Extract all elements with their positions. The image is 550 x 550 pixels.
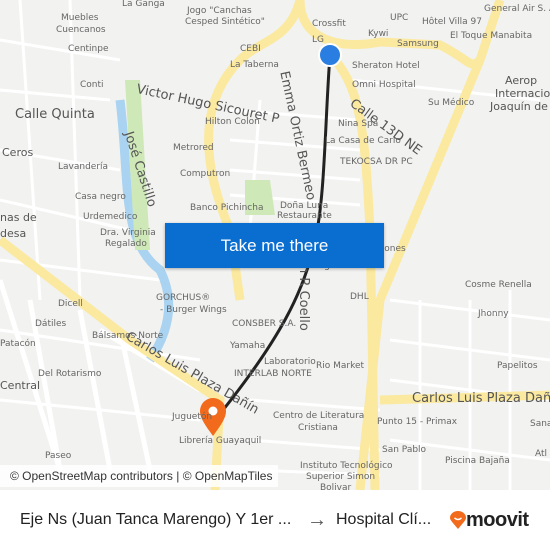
street-label: Carlos Luis Plaza Dañín bbox=[412, 391, 550, 406]
map-poi-label[interactable]: Computron bbox=[180, 170, 230, 179]
map-poi-label[interactable]: Cuencanos bbox=[56, 26, 106, 35]
map-poi-label[interactable]: Sana bbox=[530, 420, 550, 429]
map-poi-label[interactable]: - Burger Wings bbox=[160, 306, 227, 315]
map-poi-label[interactable]: San Pablo bbox=[382, 446, 426, 455]
map-poi-label[interactable]: Patacón bbox=[0, 340, 36, 349]
map-poi-label[interactable]: Urdemedico bbox=[83, 213, 137, 222]
map-poi-label[interactable]: Lavandería bbox=[58, 163, 108, 172]
take-me-there-button[interactable]: Take me there bbox=[165, 223, 384, 268]
map-poi-label[interactable]: Piscina Bajaña bbox=[445, 457, 510, 466]
map-poi-label[interactable]: Ceros bbox=[2, 147, 33, 158]
map-poi-label[interactable]: Cesped Sintético" bbox=[185, 18, 265, 27]
map-poi-label[interactable]: Casa negro bbox=[75, 193, 126, 202]
map-poi-label[interactable]: Muebles bbox=[61, 14, 98, 23]
brand-name: moovit bbox=[466, 508, 529, 531]
map-poi-label[interactable]: Instituto Tecnológico bbox=[300, 462, 393, 471]
map-poi-label[interactable]: Hôtel Villa 97 bbox=[422, 18, 482, 27]
map-poi-label[interactable]: Metrored bbox=[173, 144, 214, 153]
map-poi-label[interactable]: DHL bbox=[350, 293, 369, 302]
map-poi-label[interactable]: Laboratorio bbox=[264, 358, 316, 367]
map-poi-label[interactable]: Conti bbox=[80, 81, 104, 90]
map-poi-label[interactable]: Crossfit bbox=[312, 20, 346, 29]
map-poi-label[interactable]: Central bbox=[0, 380, 40, 391]
map-poi-label[interactable]: desa bbox=[0, 228, 26, 239]
street-label: Calle Quinta bbox=[15, 107, 95, 122]
map-poi-label[interactable]: Cosme Renella bbox=[465, 281, 532, 290]
arrow-right-icon: → bbox=[307, 508, 327, 531]
map-poi-label[interactable]: Librería Guayaquil bbox=[179, 437, 261, 446]
map-poi-label[interactable]: Yamaha bbox=[230, 342, 265, 351]
map-poi-label[interactable]: Dicell bbox=[58, 300, 83, 309]
map-poi-label[interactable]: CONSBER S.A. bbox=[232, 320, 296, 329]
map-poi-label[interactable]: Atl bbox=[535, 450, 547, 459]
map-poi-label[interactable]: El Toque Manabita bbox=[450, 32, 532, 41]
map-poi-label[interactable]: Restaurante bbox=[277, 212, 332, 221]
map-poi-label[interactable]: Dátiles bbox=[35, 320, 66, 329]
map-poi-label[interactable]: Dra. Virginia bbox=[100, 229, 156, 238]
moovit-logo: moovit bbox=[450, 509, 529, 532]
map-poi-label[interactable]: CEBI bbox=[240, 45, 261, 54]
map-poi-label[interactable]: La Taberna bbox=[230, 61, 279, 70]
origin-name: Eje Ns (Juan Tanca Marengo) Y 1er ... bbox=[20, 511, 292, 528]
map-poi-label[interactable]: Jhonny bbox=[478, 310, 509, 319]
footer-bar: Eje Ns (Juan Tanca Marengo) Y 1er ... → … bbox=[0, 490, 550, 550]
map-poi-label[interactable]: Banco Pichincha bbox=[190, 204, 263, 213]
map-poi-label[interactable]: Kywi bbox=[368, 30, 388, 39]
map-poi-label[interactable]: Juguetón bbox=[172, 413, 212, 422]
map-poi-label[interactable]: Punto 15 - Primax bbox=[377, 418, 457, 427]
map-poi-label[interactable]: nas de bbox=[0, 212, 37, 223]
map-poi-label[interactable]: Superior Simon bbox=[306, 473, 375, 482]
map-poi-label[interactable]: GORCHUS® bbox=[156, 294, 210, 303]
map-poi-label[interactable]: Del Rotarismo bbox=[38, 370, 101, 379]
map-poi-label[interactable]: Su Médico bbox=[428, 99, 474, 108]
map-poi-label[interactable]: Sheraton Hotel bbox=[352, 62, 420, 71]
map-poi-label[interactable]: Regalado bbox=[105, 240, 147, 249]
map-poi-label[interactable]: Papelitos bbox=[497, 362, 538, 371]
origin-dot-icon bbox=[318, 43, 342, 67]
destination-name: Hospital Clí... bbox=[336, 511, 432, 528]
map-poi-label[interactable]: Aerop bbox=[505, 75, 537, 86]
map-poi-label[interactable]: Jogo "Canchas bbox=[187, 7, 252, 16]
map-poi-label[interactable]: Samsung bbox=[397, 40, 439, 49]
map-poi-label[interactable]: Omni Hospital bbox=[352, 81, 416, 90]
map-poi-label[interactable]: General Air S. A. bbox=[484, 5, 550, 14]
map-attribution[interactable]: © OpenStreetMap contributors | © OpenMap… bbox=[0, 465, 279, 487]
map-poi-label[interactable]: Internacio bbox=[495, 88, 550, 99]
map-poi-label[interactable]: Centro de Literatura bbox=[273, 412, 364, 421]
map-poi-label[interactable]: La Ganga bbox=[122, 0, 165, 9]
map-poi-label[interactable]: INTERLAB NORTE bbox=[234, 370, 312, 379]
map-poi-label[interactable]: Doña Luna bbox=[280, 202, 328, 211]
map-poi-label[interactable]: Centinpe bbox=[68, 45, 109, 54]
map-poi-label[interactable]: Paseo bbox=[45, 452, 71, 461]
map-poi-label[interactable]: Joaquín de bbox=[490, 101, 548, 112]
map-poi-label[interactable]: TEKOCSA DR PC bbox=[340, 158, 413, 167]
map-poi-label[interactable]: Rio Market bbox=[316, 362, 364, 371]
moovit-pin-icon bbox=[450, 511, 466, 529]
map-poi-label[interactable]: UPC bbox=[390, 14, 408, 23]
map-poi-label[interactable]: LG bbox=[312, 36, 324, 45]
map-poi-label[interactable]: Cristiana bbox=[298, 424, 338, 433]
